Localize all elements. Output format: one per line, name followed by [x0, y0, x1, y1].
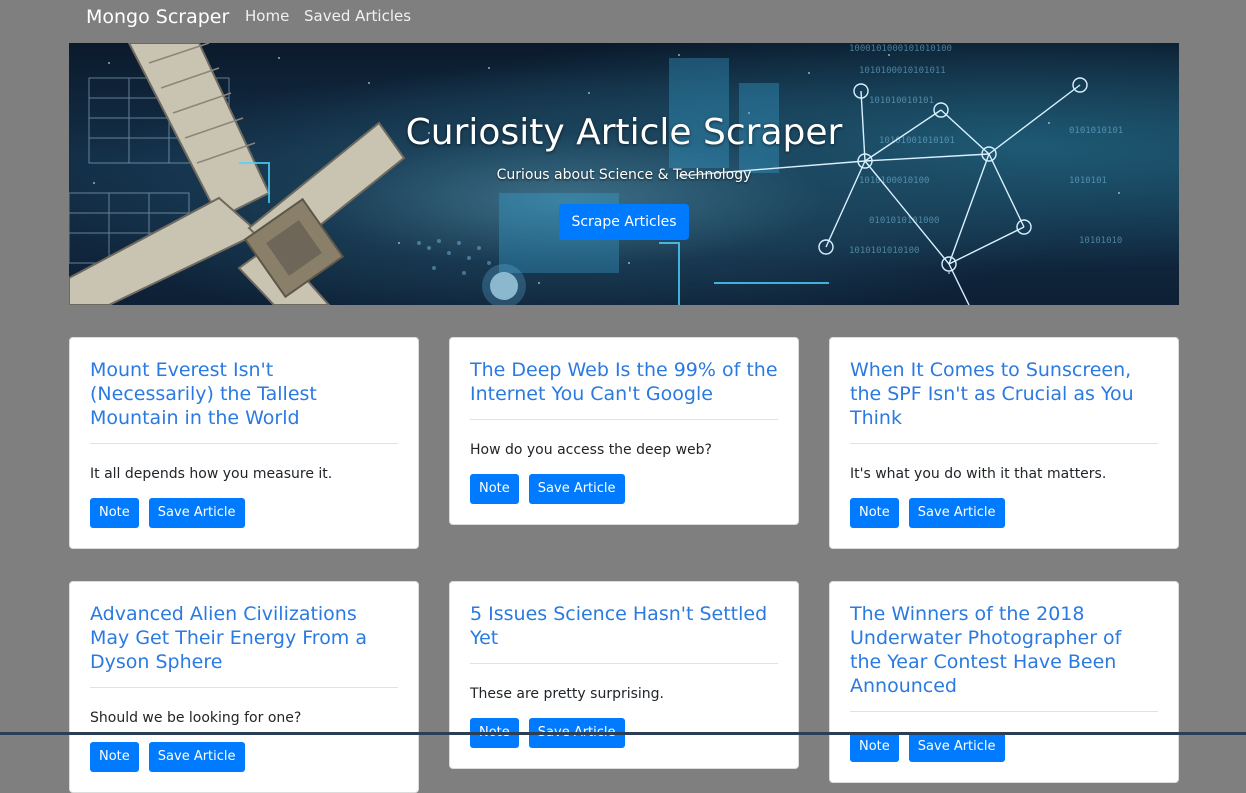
- article-card: The Deep Web Is the 99% of the Internet …: [449, 337, 799, 525]
- article-summary: It all depends how you measure it.: [90, 466, 333, 482]
- svg-text:101010010101: 101010010101: [869, 96, 934, 106]
- svg-text:10101010: 10101010: [1079, 236, 1122, 246]
- card-actions: Note Save Article: [90, 742, 398, 792]
- article-summary: These are pretty surprising.: [470, 686, 664, 702]
- save-article-button[interactable]: Save Article: [528, 474, 625, 504]
- article-title-link[interactable]: Advanced Alien Civilizations May Get The…: [90, 602, 398, 674]
- card-actions: Note Save Article: [470, 718, 778, 768]
- article-card: Advanced Alien Civilizations May Get The…: [69, 581, 419, 793]
- navbar: Mongo Scraper Home Saved Articles: [0, 0, 1246, 34]
- nav-home-link[interactable]: Home: [245, 6, 289, 26]
- article-title-link[interactable]: Mount Everest Isn't (Necessarily) the Ta…: [90, 358, 398, 430]
- article-card: When It Comes to Sunscreen, the SPF Isn'…: [829, 337, 1179, 549]
- note-button[interactable]: Note: [90, 498, 139, 528]
- article-summary: Should we be looking for one?: [90, 710, 302, 726]
- hero-banner: 1000101000101010100 1010100010101011 101…: [69, 43, 1179, 305]
- article-summary: How do you access the deep web?: [470, 442, 712, 458]
- article-card: Mount Everest Isn't (Necessarily) the Ta…: [69, 337, 419, 549]
- article-title-link[interactable]: When It Comes to Sunscreen, the SPF Isn'…: [850, 358, 1158, 430]
- brand-link[interactable]: Mongo Scraper: [86, 5, 229, 29]
- article-card: The Winners of the 2018 Underwater Photo…: [829, 581, 1179, 783]
- save-article-button[interactable]: Save Article: [908, 498, 1005, 528]
- card-actions: Note Save Article: [470, 474, 778, 524]
- card-divider: [90, 443, 398, 444]
- card-actions: Note Save Article: [850, 498, 1158, 548]
- svg-text:0101010101000: 0101010101000: [869, 216, 939, 226]
- note-button[interactable]: Note: [470, 474, 519, 504]
- card-actions: Note Save Article: [850, 732, 1158, 782]
- article-title-link[interactable]: 5 Issues Science Hasn't Settled Yet: [470, 602, 778, 650]
- article-card: 5 Issues Science Hasn't Settled Yet Thes…: [449, 581, 799, 769]
- article-title-link[interactable]: The Deep Web Is the 99% of the Internet …: [470, 358, 778, 406]
- save-article-button[interactable]: Save Article: [148, 498, 245, 528]
- note-button[interactable]: Note: [850, 498, 899, 528]
- note-button[interactable]: Note: [850, 732, 899, 762]
- card-divider: [850, 711, 1158, 712]
- save-article-button[interactable]: Save Article: [148, 742, 245, 772]
- card-actions: Note Save Article: [90, 498, 398, 548]
- card-divider: [470, 419, 778, 420]
- save-article-button[interactable]: Save Article: [908, 732, 1005, 762]
- nav-saved-articles-link[interactable]: Saved Articles: [304, 6, 411, 26]
- svg-text:1010100010101011: 1010100010101011: [859, 66, 946, 76]
- card-divider: [850, 443, 1158, 444]
- svg-text:1010101010100: 1010101010100: [849, 246, 919, 256]
- card-divider: [470, 663, 778, 664]
- hero-subtitle: Curious about Science & Technology: [496, 167, 752, 183]
- svg-text:1000101000101010100: 1000101000101010100: [849, 44, 952, 54]
- scrape-articles-button[interactable]: Scrape Articles: [559, 204, 689, 240]
- article-title-link[interactable]: The Winners of the 2018 Underwater Photo…: [850, 602, 1158, 698]
- card-divider: [90, 687, 398, 688]
- note-button[interactable]: Note: [90, 742, 139, 772]
- hero-title: Curiosity Article Scraper: [405, 112, 843, 153]
- article-summary: It's what you do with it that matters.: [850, 466, 1107, 482]
